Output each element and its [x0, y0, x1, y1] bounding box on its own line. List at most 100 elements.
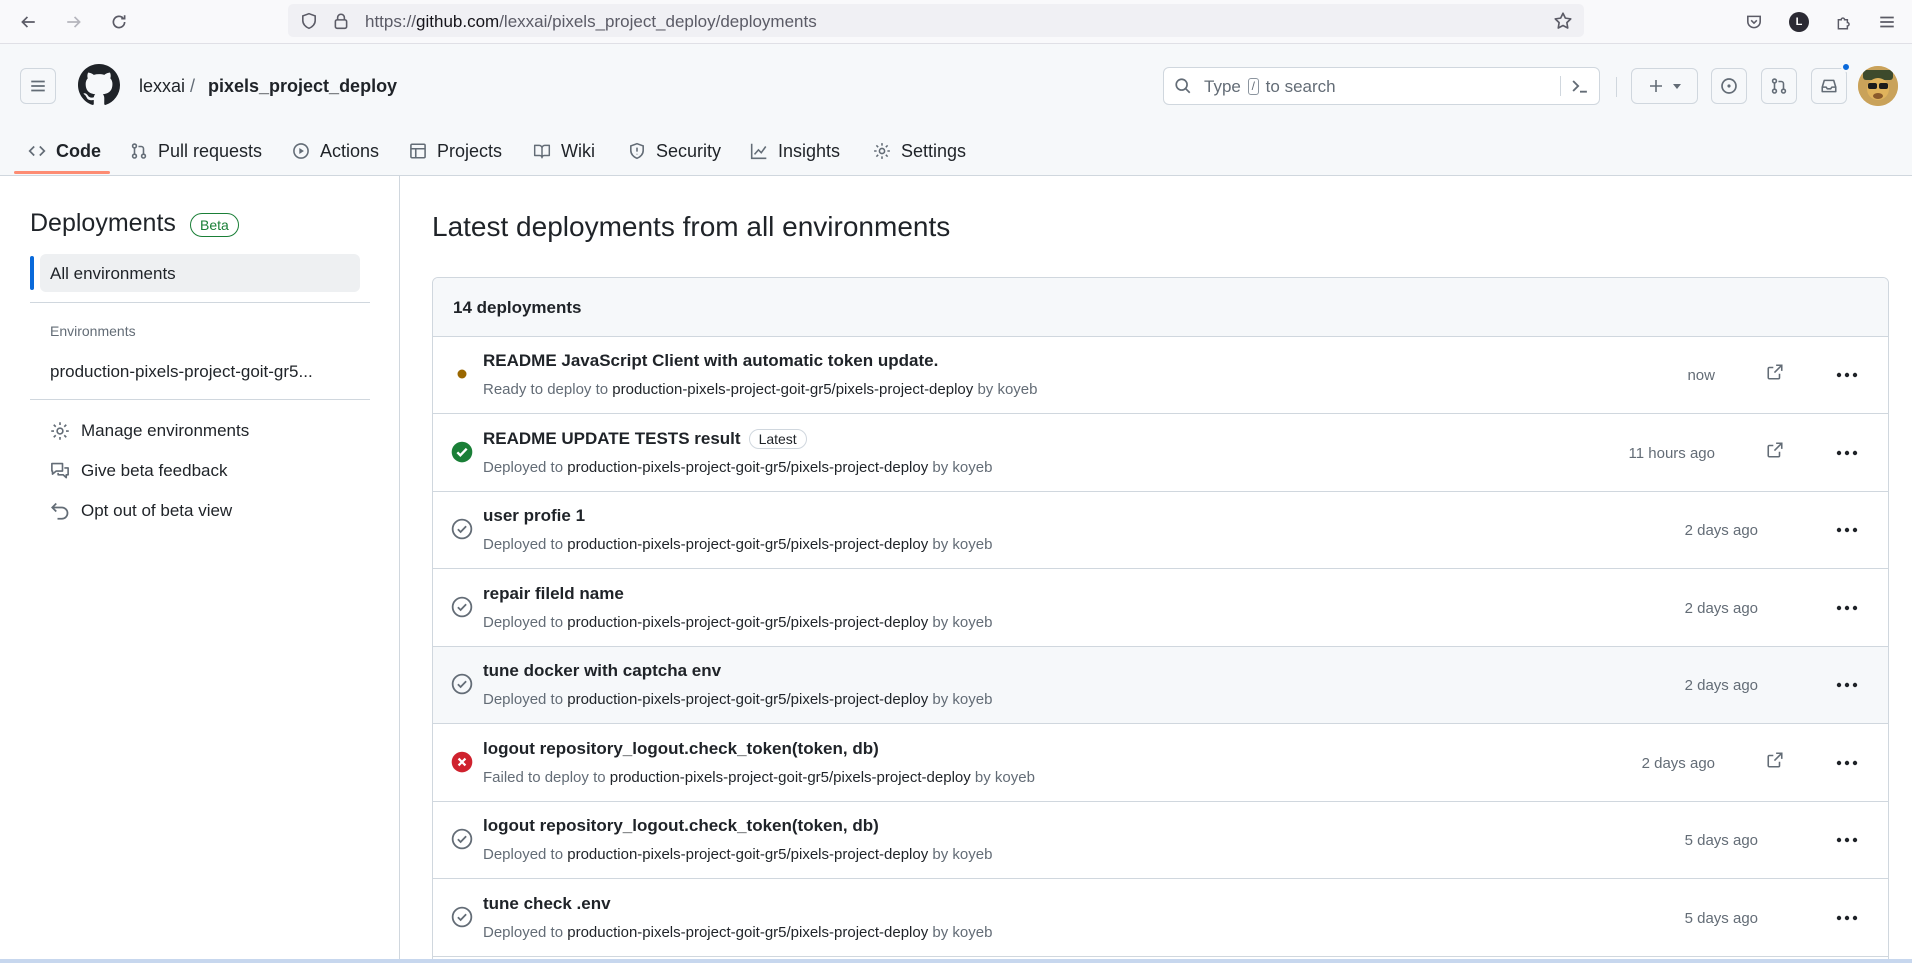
deployment-title-text[interactable]: repair fileld name — [483, 584, 624, 604]
link-external-icon[interactable] — [1766, 441, 1784, 464]
tab-code[interactable]: Code — [28, 127, 101, 175]
tab-insights[interactable]: Insights — [750, 127, 840, 175]
kebab-horizontal-icon[interactable] — [1834, 673, 1860, 697]
tab-projects[interactable]: Projects — [409, 127, 502, 175]
tab-actions[interactable]: Actions — [292, 127, 379, 175]
tab-security[interactable]: Security — [628, 127, 721, 175]
search-input[interactable]: Type / to search — [1163, 67, 1600, 105]
tracking-protection-icon[interactable] — [298, 10, 320, 32]
kebab-horizontal-icon[interactable] — [1834, 828, 1860, 852]
environment-link[interactable]: production-pixels-project-goit-gr5/pixel… — [610, 769, 971, 786]
back-button[interactable] — [12, 6, 44, 38]
git-pull-request-icon — [1771, 78, 1787, 94]
check-circle-icon — [451, 673, 473, 695]
deployment-description: Deployed to production-pixels-project-go… — [483, 846, 993, 863]
page-title: Latest deployments from all environments — [432, 211, 951, 242]
issues-button[interactable] — [1711, 68, 1747, 104]
notification-indicator — [1841, 62, 1851, 72]
hamburger-menu-button[interactable] — [20, 68, 56, 104]
forward-button[interactable] — [58, 6, 90, 38]
deployment-title-text[interactable]: tune check .env — [483, 894, 611, 914]
environment-link[interactable]: production-pixels-project-goit-gr5/pixel… — [567, 536, 928, 553]
environments-heading: Environments — [50, 323, 136, 339]
deployment-time: now — [1687, 367, 1715, 384]
bookmark-star-icon[interactable] — [1552, 10, 1574, 32]
issue-opened-icon — [1721, 78, 1737, 94]
extensions-icon[interactable] — [1829, 7, 1859, 37]
tab-wiki[interactable]: Wiki — [533, 127, 595, 175]
pull-requests-button[interactable] — [1761, 68, 1797, 104]
kebab-horizontal-icon[interactable] — [1834, 363, 1860, 387]
breadcrumb-owner[interactable]: lexxai — [139, 76, 185, 97]
deployment-title[interactable]: user profie 1 — [483, 506, 585, 526]
kebab-horizontal-icon[interactable] — [1834, 596, 1860, 620]
deployment-row[interactable]: tune docker with captcha env Deployed to … — [433, 647, 1888, 724]
deployment-row[interactable]: README UPDATE TESTS result Latest Deployed… — [433, 414, 1888, 492]
deployment-row[interactable]: user profie 1 Deployed to production-pixe… — [433, 492, 1888, 569]
deployment-description: Deployed to production-pixels-project-go… — [483, 613, 993, 631]
deployment-title[interactable]: README JavaScript Client with automatic … — [483, 351, 938, 371]
environment-link[interactable]: production-pixels-project-goit-gr5/pixel… — [567, 691, 928, 708]
deployment-title[interactable]: logout repository_logout.check_token(tok… — [483, 739, 879, 759]
deployment-title[interactable]: README UPDATE TESTS result Latest — [483, 428, 807, 449]
deployments-list: 14 deployments README JavaScript Client … — [432, 277, 1889, 963]
tab-pull-requests[interactable]: Pull requests — [130, 127, 262, 175]
gear-icon — [874, 143, 890, 159]
user-avatar[interactable] — [1858, 66, 1898, 106]
lock-icon[interactable] — [330, 10, 352, 32]
opt-out-beta-link[interactable]: Opt out of beta view — [50, 499, 232, 523]
url-text[interactable]: https://github.com/lexxai/pixels_project… — [365, 12, 817, 32]
profile-button[interactable]: L — [1784, 7, 1814, 37]
deployment-row[interactable]: logout repository_logout.check_token(tok… — [433, 724, 1888, 802]
deployment-title-text[interactable]: logout repository_logout.check_token(tok… — [483, 816, 879, 836]
deployment-row[interactable]: tune check .env Deployed to production-pi… — [433, 879, 1888, 957]
command-palette-icon[interactable] — [1569, 76, 1591, 101]
deployment-title-text[interactable]: logout repository_logout.check_token(tok… — [483, 739, 879, 759]
deployment-title[interactable]: tune docker with captcha env — [483, 661, 721, 681]
check-circle-icon — [451, 828, 473, 850]
sidebar-item-label[interactable]: All environments — [50, 264, 176, 284]
tab-settings[interactable]: Settings — [873, 127, 966, 175]
undo-icon — [51, 502, 69, 520]
create-new-button[interactable] — [1631, 68, 1698, 104]
link-external-icon[interactable] — [1766, 363, 1784, 386]
deployment-row[interactable]: repair fileld name Deployed to production… — [433, 569, 1888, 647]
deployment-title[interactable]: logout repository_logout.check_token(tok… — [483, 816, 879, 836]
deployment-title-text[interactable]: tune docker with captcha env — [483, 661, 721, 681]
deployment-row[interactable]: README JavaScript Client with automatic … — [433, 337, 1888, 414]
deployment-row[interactable]: logout repository_logout.check_token(tok… — [433, 802, 1888, 879]
graph-icon — [750, 143, 767, 160]
kebab-horizontal-icon[interactable] — [1834, 906, 1860, 930]
inbox-icon — [1821, 79, 1837, 93]
sidebar-item-environment[interactable]: production-pixels-project-goit-gr5... — [50, 362, 313, 382]
kebab-horizontal-icon[interactable] — [1834, 751, 1860, 775]
environment-link[interactable]: production-pixels-project-goit-gr5/pixel… — [567, 846, 928, 863]
manage-environments-link[interactable]: Manage environments — [50, 419, 249, 443]
environment-link[interactable]: production-pixels-project-goit-gr5/pixel… — [612, 381, 973, 398]
environment-link[interactable]: production-pixels-project-goit-gr5/pixel… — [567, 924, 928, 941]
latest-badge: Latest — [748, 428, 807, 449]
deployment-title[interactable]: tune check .env — [483, 894, 611, 914]
environment-link[interactable]: production-pixels-project-goit-gr5/pixel… — [567, 459, 928, 476]
pocket-icon[interactable] — [1739, 7, 1769, 37]
app-menu-icon[interactable] — [1872, 7, 1902, 37]
active-tab-indicator — [14, 171, 110, 174]
link-external-icon[interactable] — [1766, 751, 1784, 774]
kebab-horizontal-icon[interactable] — [1834, 441, 1860, 465]
kebab-horizontal-icon[interactable] — [1834, 518, 1860, 542]
play-icon — [293, 143, 309, 159]
deployment-title[interactable]: repair fileld name — [483, 584, 624, 604]
breadcrumb-repo[interactable]: pixels_project_deploy — [208, 76, 397, 97]
reload-button[interactable] — [103, 6, 135, 38]
environment-link[interactable]: production-pixels-project-goit-gr5/pixel… — [567, 614, 928, 631]
give-beta-feedback-link[interactable]: Give beta feedback — [50, 459, 227, 483]
deployment-title-text[interactable]: user profie 1 — [483, 506, 585, 526]
check-circle-icon — [451, 906, 473, 928]
deployment-time: 2 days ago — [1641, 754, 1715, 772]
inbox-button[interactable] — [1811, 68, 1847, 104]
deployment-time: 5 days ago — [1684, 832, 1758, 849]
url-bar[interactable]: https://github.com/lexxai/pixels_project… — [288, 4, 1584, 37]
deployment-title-text[interactable]: README UPDATE TESTS result — [483, 429, 741, 449]
github-logo-icon[interactable] — [78, 64, 120, 106]
deployment-title-text[interactable]: README JavaScript Client with automatic … — [483, 351, 938, 371]
